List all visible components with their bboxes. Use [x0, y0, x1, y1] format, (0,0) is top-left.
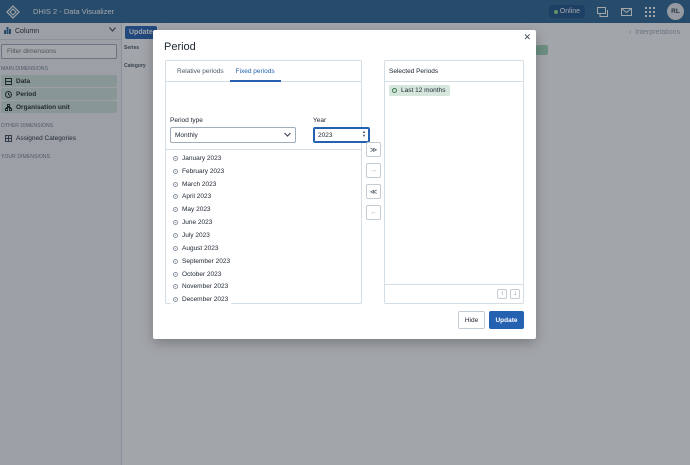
year-label: Year — [313, 117, 327, 124]
period-dot-icon — [173, 245, 178, 251]
hide-button[interactable]: Hide — [458, 311, 485, 329]
available-period-list: January 2023 February 2023 March 2023 Ap… — [170, 152, 235, 306]
update-button[interactable]: Update — [489, 311, 524, 329]
arrow-down-icon: ↓ — [513, 291, 517, 297]
list-item[interactable]: January 2023 — [170, 152, 234, 165]
tab-relative-periods[interactable]: Relative periods — [171, 61, 230, 82]
move-up-button[interactable]: ↑ — [497, 289, 507, 299]
period-dot-icon — [173, 232, 178, 238]
list-item[interactable]: July 2023 — [170, 229, 234, 242]
period-dot-icon — [173, 155, 178, 161]
deselect-button[interactable]: ← — [366, 205, 381, 220]
period-type-value: Monthly — [175, 132, 198, 139]
selected-periods-title: Selected Periods — [385, 61, 523, 82]
list-item[interactable]: May 2023 — [170, 203, 234, 216]
arrow-left-icon: ← — [370, 209, 377, 216]
tab-fixed-periods[interactable]: Fixed periods — [229, 61, 281, 82]
select-all-button[interactable]: ≫ — [366, 142, 381, 157]
available-periods-panel: Relative periods Fixed periods Period ty… — [165, 60, 370, 306]
period-dot-icon — [173, 194, 178, 200]
period-modal: ✕ Period Relative periods Fixed periods … — [153, 30, 536, 339]
year-input[interactable]: 2023 ▲ ▼ — [313, 127, 370, 143]
divider — [166, 149, 361, 150]
close-icon[interactable]: ✕ — [523, 32, 531, 43]
chevron-down-icon — [284, 131, 291, 140]
period-dot-icon — [173, 284, 178, 290]
list-item[interactable]: August 2023 — [170, 242, 234, 255]
year-value: 2023 — [318, 132, 333, 139]
period-dot-icon — [173, 297, 178, 303]
double-chevron-right-icon: ≫ — [369, 146, 378, 154]
period-type-select[interactable]: Monthly — [170, 127, 296, 143]
period-dot-icon — [173, 258, 178, 264]
year-stepper-icon[interactable]: ▲ ▼ — [362, 130, 366, 138]
list-item[interactable]: June 2023 — [170, 216, 234, 229]
arrow-up-icon: ↑ — [500, 291, 504, 297]
period-dot-icon — [173, 168, 178, 174]
move-down-button[interactable]: ↓ — [510, 289, 520, 299]
period-dot-icon — [173, 181, 178, 187]
list-item[interactable]: September 2023 — [170, 255, 235, 268]
list-item[interactable]: March 2023 — [170, 178, 234, 191]
list-item[interactable]: April 2023 — [170, 191, 234, 204]
double-chevron-left-icon: ≪ — [369, 188, 378, 196]
list-item[interactable]: November 2023 — [170, 280, 234, 293]
period-type-label: Period type — [170, 117, 203, 124]
period-dot-icon — [173, 271, 178, 277]
period-dot-icon — [392, 88, 397, 93]
selected-periods-panel: Selected Periods Last 12 months ↑ ↓ — [384, 60, 524, 304]
period-dot-icon — [173, 207, 178, 213]
list-item[interactable]: February 2023 — [170, 165, 234, 178]
selected-period-chip[interactable]: Last 12 months — [389, 85, 451, 96]
list-item[interactable]: October 2023 — [170, 268, 234, 281]
deselect-all-button[interactable]: ≪ — [366, 184, 381, 199]
list-item[interactable]: December 2023 — [170, 293, 234, 306]
select-button[interactable]: → — [366, 163, 381, 178]
transfer-buttons: ≫ → ≪ ← — [366, 142, 381, 226]
reorder-footer: ↑ ↓ — [385, 284, 523, 303]
arrow-right-icon: → — [370, 167, 377, 174]
period-dot-icon — [173, 220, 178, 226]
modal-title: Period — [164, 41, 196, 53]
period-tabs: Relative periods Fixed periods — [166, 61, 361, 82]
